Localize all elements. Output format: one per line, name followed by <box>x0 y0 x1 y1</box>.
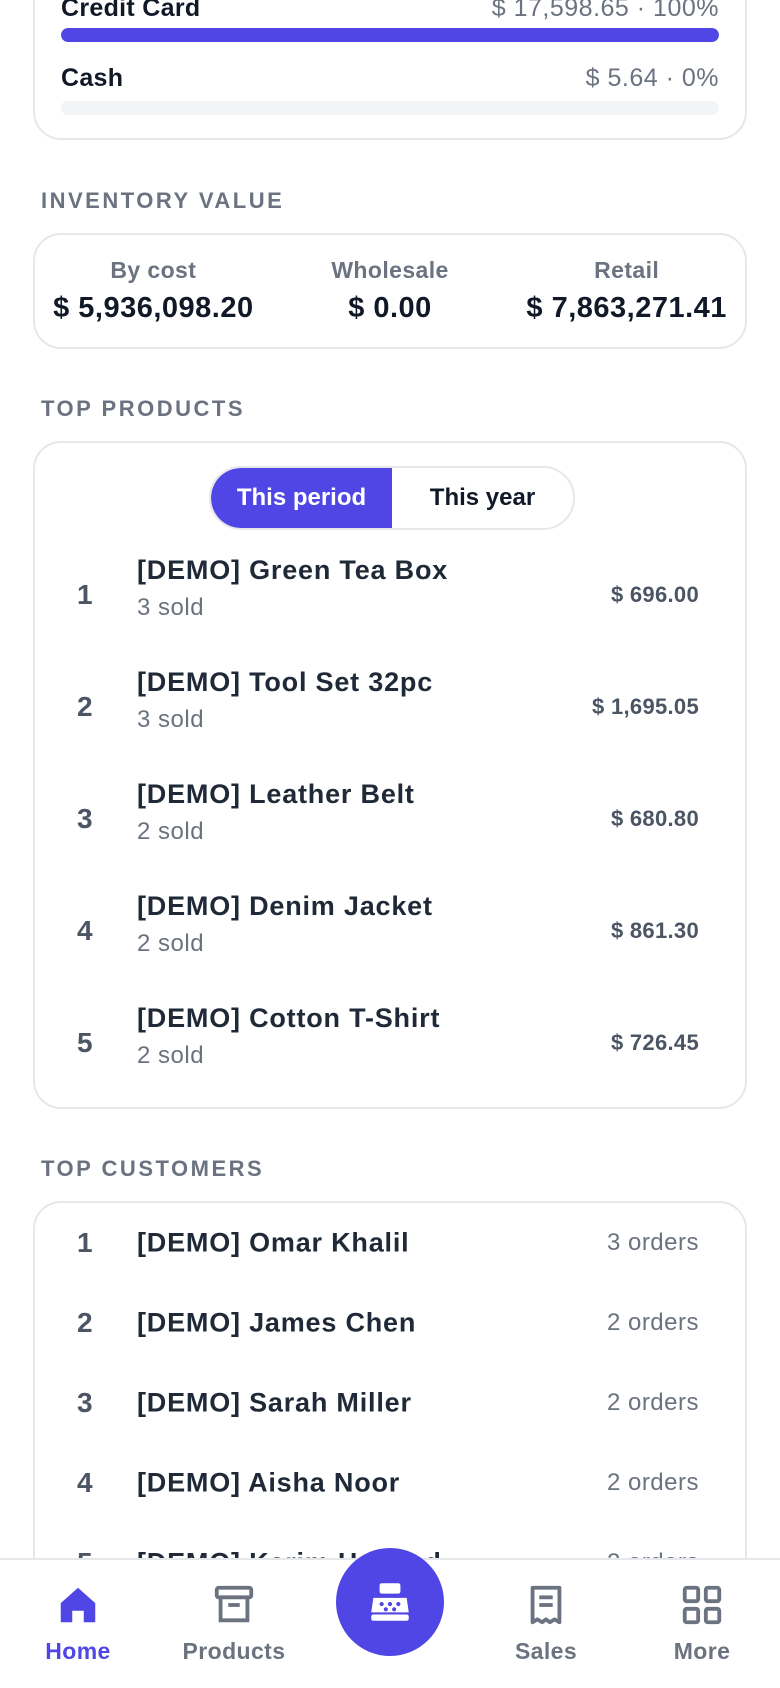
credit-card-share-fill <box>61 28 719 42</box>
product-amount: $ 861.30 <box>610 918 699 943</box>
product-sold: 3 sold <box>137 594 205 621</box>
customer-row[interactable]: 2 [DEMO] James Chen 2 orders <box>35 1283 745 1363</box>
rank-number: 4 <box>77 915 93 946</box>
customer-name: [DEMO] Omar Khalil <box>137 1227 410 1258</box>
inventory-wholesale: Wholesale $ 0.00 <box>272 235 509 347</box>
customer-name: [DEMO] Aisha Noor <box>137 1467 401 1498</box>
top-products-section-title: TOP PRODUCTS <box>41 396 245 421</box>
product-row[interactable]: 3 [DEMO] Leather Belt 2 sold $ 680.80 <box>35 763 745 875</box>
product-amount: $ 680.80 <box>610 806 699 831</box>
customer-row[interactable]: 3 [DEMO] Sarah Miller 2 orders <box>35 1363 745 1443</box>
inventory-retail: Retail $ 7,863,271.41 <box>508 235 745 347</box>
payment-name: Cash <box>61 64 124 92</box>
rank-number: 3 <box>77 803 93 834</box>
product-amount: $ 1,695.05 <box>592 694 699 719</box>
product-row[interactable]: 4 [DEMO] Denim Jacket 2 sold $ 861.30 <box>35 875 745 987</box>
rank-number: 3 <box>77 1387 93 1418</box>
inventory-label: Wholesale <box>331 257 449 283</box>
inventory-label: By cost <box>110 257 197 283</box>
product-sold: 2 sold <box>137 930 205 957</box>
product-sold: 2 sold <box>137 1042 205 1069</box>
product-name: [DEMO] Tool Set 32pc <box>137 667 434 697</box>
cash-register-icon <box>371 1583 409 1621</box>
rank-number: 4 <box>77 1467 93 1498</box>
product-sold: 2 sold <box>137 818 205 845</box>
nav-sales[interactable]: Sales <box>468 1582 624 1665</box>
rank-number: 2 <box>77 691 93 722</box>
top-customers-section-title: TOP CUSTOMERS <box>41 1156 265 1181</box>
nav-products[interactable]: Products <box>156 1582 312 1665</box>
grid-icon <box>682 1585 722 1625</box>
product-name: [DEMO] Cotton T-Shirt <box>137 1003 441 1033</box>
product-name: [DEMO] Leather Belt <box>137 779 415 809</box>
product-amount: $ 696.00 <box>610 582 699 607</box>
tab-this-year[interactable]: This year <box>392 468 573 528</box>
top-products-card: This period This year 1 [DEMO] Green Tea… <box>33 441 747 1109</box>
nav-more[interactable]: More <box>624 1582 780 1665</box>
customer-orders: 2 orders <box>606 1469 699 1496</box>
rank-number: 5 <box>77 1027 93 1058</box>
nav-label: Products <box>182 1638 286 1664</box>
register-button[interactable] <box>336 1548 444 1656</box>
customer-name: [DEMO] James Chen <box>137 1307 417 1338</box>
payment-row-cash: Cash $ 5.64 · 0% <box>61 64 719 93</box>
customer-orders: 2 orders <box>606 1309 699 1336</box>
inventory-label: Retail <box>594 257 660 283</box>
nav-label: Home <box>45 1638 111 1664</box>
payment-value: $ 5.64 · 0% <box>585 64 719 92</box>
period-toggle: This period This year <box>209 466 575 530</box>
nav-home[interactable]: Home <box>0 1582 156 1665</box>
nav-label: Sales <box>514 1638 578 1664</box>
receipt-icon <box>530 1585 562 1625</box>
archive-box-icon <box>214 1585 254 1623</box>
inventory-by-cost: By cost $ 5,936,098.20 <box>35 235 272 347</box>
rank-number: 1 <box>77 579 93 610</box>
customer-row[interactable]: 4 [DEMO] Aisha Noor 2 orders <box>35 1443 745 1523</box>
payment-name: Credit Card <box>61 0 201 22</box>
cash-share-bar <box>61 101 719 115</box>
product-sold: 3 sold <box>137 706 205 733</box>
payment-value: $ 17,598.65 · 100% <box>491 0 719 22</box>
rank-number: 1 <box>77 1227 93 1258</box>
customer-orders: 3 orders <box>606 1229 699 1256</box>
inventory-value: $ 0.00 <box>348 292 432 324</box>
customer-name: [DEMO] Sarah Miller <box>137 1387 412 1418</box>
credit-card-share-bar <box>61 28 719 42</box>
home-icon <box>60 1587 96 1623</box>
product-row[interactable]: 5 [DEMO] Cotton T-Shirt 2 sold $ 726.45 <box>35 987 745 1099</box>
product-amount: $ 726.45 <box>610 1030 699 1055</box>
rank-number: 2 <box>77 1307 93 1338</box>
tab-this-period[interactable]: This period <box>211 468 392 528</box>
inventory-value: $ 7,863,271.41 <box>526 292 727 324</box>
product-row[interactable]: 1 [DEMO] Green Tea Box 3 sold $ 696.00 <box>35 539 745 651</box>
product-row[interactable]: 2 [DEMO] Tool Set 32pc 3 sold $ 1,695.05 <box>35 651 745 763</box>
inventory-value: $ 5,936,098.20 <box>53 292 254 324</box>
inventory-value-card: By cost $ 5,936,098.20 Wholesale $ 0.00 … <box>33 233 747 349</box>
customer-orders: 2 orders <box>606 1389 699 1416</box>
nav-label: More <box>673 1638 731 1664</box>
product-name: [DEMO] Denim Jacket <box>137 891 433 921</box>
inventory-section-title: INVENTORY VALUE <box>41 188 285 213</box>
bottom-nav: Home Products Sales More <box>0 1548 780 1688</box>
payment-row-credit-card: Credit Card $ 17,598.65 · 100% <box>61 0 719 23</box>
payment-methods-card: Credit Card $ 17,598.65 · 100% Cash $ 5.… <box>33 0 747 140</box>
product-name: [DEMO] Green Tea Box <box>137 555 449 585</box>
customer-row[interactable]: 1 [DEMO] Omar Khalil 3 orders <box>35 1203 745 1283</box>
